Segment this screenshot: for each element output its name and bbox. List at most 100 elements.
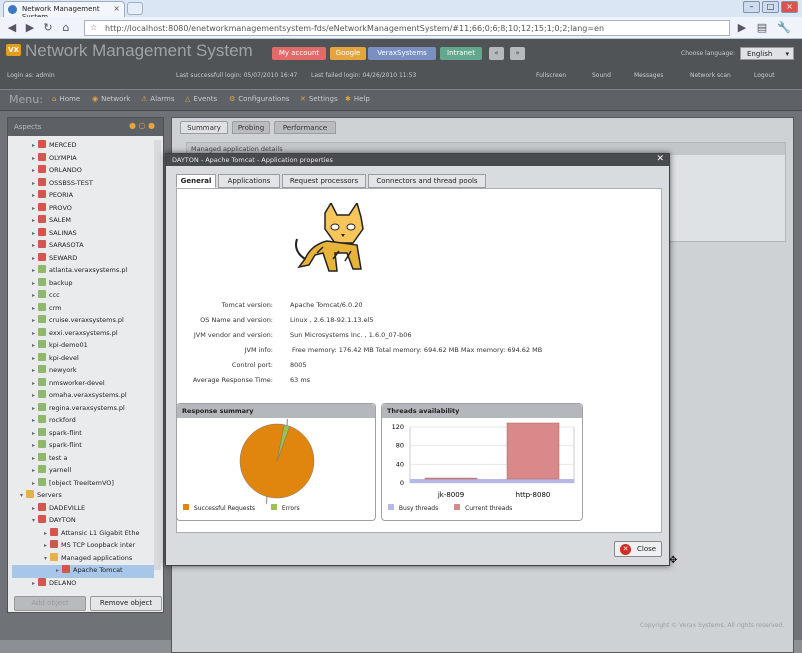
dialog-tab[interactable]: General <box>176 174 216 188</box>
tree-item[interactable]: ▸SARASOTA <box>12 240 154 253</box>
tree-item[interactable]: ▸Apache Tomcat <box>12 565 154 578</box>
property-label: JVM vendor and version: <box>177 331 273 339</box>
dialog-tab[interactable]: Request processors <box>282 174 366 188</box>
tree-item-label: Servers <box>37 491 62 499</box>
quick-link-button[interactable]: VeraxSystems <box>368 47 436 60</box>
prev-icon[interactable]: « <box>489 47 504 60</box>
top-link[interactable]: Messages <box>634 72 663 79</box>
tools-menu-icon[interactable]: 🔧 <box>776 20 792 36</box>
tree-item[interactable]: ▸SALINAS <box>12 228 154 241</box>
dialog-tab[interactable]: Applications <box>218 174 280 188</box>
tree-item[interactable]: ▸DADEVILLE <box>12 503 154 516</box>
next-icon[interactable]: » <box>510 47 525 60</box>
tree-item[interactable]: ▸ORLANDO <box>12 165 154 178</box>
tree-item[interactable]: ▸SALEM <box>12 215 154 228</box>
tree-item[interactable]: ▸cruise.veraxsystems.pl <box>12 315 154 328</box>
tree-item[interactable]: ▸spark-flint <box>12 428 154 441</box>
dialog-header: DAYTON - Apache Tomcat - Application pro… <box>166 154 669 166</box>
quick-link-button[interactable]: Intranet <box>440 47 482 60</box>
maximize-button[interactable]: □ <box>762 1 779 13</box>
menu-item[interactable]: ✱Help <box>345 95 370 103</box>
window-close-button[interactable]: × <box>781 1 798 13</box>
menu-item[interactable]: ✕Settings <box>300 95 338 103</box>
main-tab[interactable]: Performance <box>274 121 336 134</box>
top-link[interactable]: Fullscreen <box>536 72 566 79</box>
tree-item-label: MERCED <box>49 141 77 149</box>
legend-swatch-busy <box>388 504 394 510</box>
host-icon <box>38 465 46 473</box>
host-icon <box>38 378 46 386</box>
dialog-close-icon[interactable]: ✕ <box>656 154 664 164</box>
menu-item-label: Configurations <box>238 95 289 103</box>
dialog-tab[interactable]: Connectors and thread pools <box>368 174 486 188</box>
tree-item[interactable]: ▸DELANO <box>12 578 154 591</box>
forward-icon[interactable]: ▶ <box>22 20 38 36</box>
tree-item[interactable]: ▸backup <box>12 278 154 291</box>
main-tab[interactable]: Probing <box>232 121 270 134</box>
tree-item[interactable]: ▸PROVO <box>12 203 154 216</box>
tree-item[interactable]: ▸omaha.veraxsystems.pl <box>12 390 154 403</box>
tree-item[interactable]: ▸MERCED <box>12 140 154 153</box>
menu-item[interactable]: ⌂Home <box>52 95 80 103</box>
tree-item-label: rockford <box>49 416 76 424</box>
tree-item[interactable]: ▸nmsworker-devel <box>12 378 154 391</box>
language-select[interactable]: English▾ <box>740 47 794 60</box>
go-icon[interactable]: ▶ <box>734 20 750 36</box>
tree-item[interactable]: ▸kpi-demo01 <box>12 340 154 353</box>
tree-item[interactable]: ▸exxi.veraxsystems.pl <box>12 328 154 341</box>
tree-item-label: regina.veraxsystems.pl <box>49 404 125 412</box>
tree-item[interactable]: ▸rockford <box>12 415 154 428</box>
back-icon[interactable]: ◀ <box>4 20 20 36</box>
tree-item[interactable]: ▸test a <box>12 453 154 466</box>
tree-item[interactable]: ▸kpi-devel <box>12 353 154 366</box>
host-icon <box>38 578 46 586</box>
tree-item[interactable]: ▸spark-flint <box>12 440 154 453</box>
menu-item[interactable]: △Events <box>185 95 217 103</box>
aspects-tool-icons[interactable]: ● ○ ● <box>129 121 155 130</box>
new-tab-button[interactable] <box>127 2 143 15</box>
tree-item[interactable]: ▸OLYMPIA <box>12 153 154 166</box>
top-link[interactable]: Sound <box>592 72 611 79</box>
tree-item[interactable]: ▾Servers <box>12 490 154 503</box>
address-bar[interactable]: ☆ http://localhost:8080/enetworkmanageme… <box>84 20 730 36</box>
tree-item[interactable]: ▸OSSBSS-TEST <box>12 178 154 191</box>
bookmark-star-icon[interactable]: ☆ <box>90 23 97 32</box>
tree-item[interactable]: ▸MS TCP Loopback inter <box>12 540 154 553</box>
close-tab-icon[interactable]: × <box>113 4 120 13</box>
top-link[interactable]: Logout <box>754 72 775 79</box>
host-icon <box>38 403 46 411</box>
main-tab[interactable]: Summary <box>180 121 228 134</box>
top-link[interactable]: Network scan <box>690 72 731 79</box>
minimize-button[interactable]: – <box>743 1 760 13</box>
tree-item[interactable]: ▾DAYTON <box>12 515 154 528</box>
bar <box>425 478 477 479</box>
tree-item[interactable]: ▸[object TreeItemVO] <box>12 478 154 491</box>
tree-item[interactable]: ▸SEWARD <box>12 253 154 266</box>
tree-item[interactable]: ▸PEORIA <box>12 190 154 203</box>
menu-item-label: Settings <box>309 95 338 103</box>
home-icon[interactable]: ⌂ <box>58 20 74 36</box>
tree-item[interactable]: ▸yarnell <box>12 465 154 478</box>
host-icon <box>38 415 46 423</box>
menu-item-label: Alarms <box>150 95 174 103</box>
quick-link-button[interactable]: Google <box>330 47 366 60</box>
tree-item[interactable]: ▾Managed applications <box>12 553 154 566</box>
quick-link-button[interactable]: My account <box>272 47 326 60</box>
reload-icon[interactable]: ↻ <box>40 20 56 36</box>
menu-item[interactable]: ◉Network <box>92 95 130 103</box>
page-menu-icon[interactable]: ▤ <box>754 20 770 36</box>
browser-tab[interactable]: Network Management System × <box>3 1 125 17</box>
menu-item[interactable]: ⚠Alarms <box>141 95 175 103</box>
legend-successful: Successful Requests <box>194 505 255 512</box>
menu-item[interactable]: ⚙Configurations <box>229 95 289 103</box>
remove-object-button[interactable]: Remove object <box>90 596 162 611</box>
tree-item[interactable]: ▸newyork <box>12 365 154 378</box>
tree-item[interactable]: ▸crm <box>12 303 154 316</box>
tree-item[interactable]: ▸regina.veraxsystems.pl <box>12 403 154 416</box>
response-summary-card: Response summary 7853191 Successful Requ… <box>176 403 376 521</box>
tree-item[interactable]: ▸atlanta.veraxsystems.pl <box>12 265 154 278</box>
tree-scrollbar[interactable] <box>154 140 161 570</box>
tree-item[interactable]: ▸Attansic L1 Gigabit Ethe <box>12 528 154 541</box>
tree-item[interactable]: ▸ccc <box>12 290 154 303</box>
tree-item-label: SALEM <box>49 216 71 224</box>
